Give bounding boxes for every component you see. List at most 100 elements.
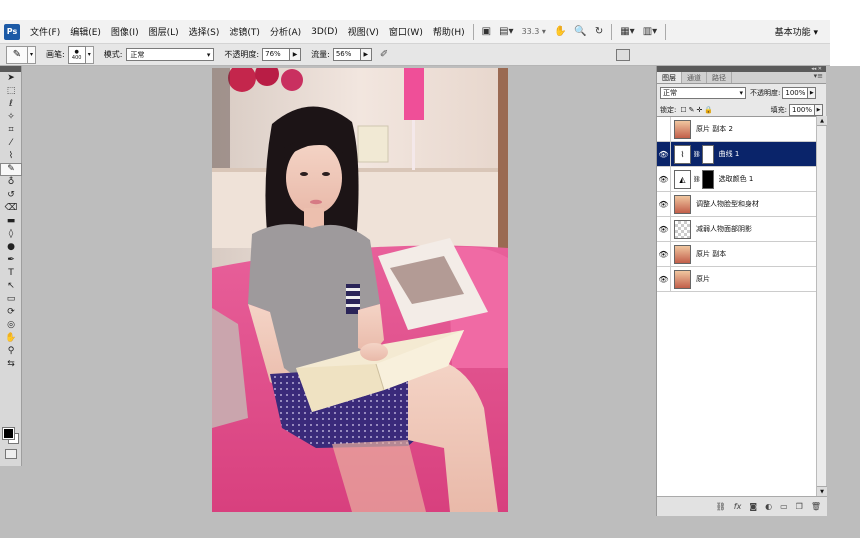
brush-picker-dropdown[interactable]: ▾	[85, 45, 94, 64]
canvas-photo	[212, 68, 508, 512]
scroll-up-icon[interactable]: ▲	[817, 116, 827, 126]
dodge-tool-icon[interactable]: ●	[0, 241, 22, 254]
bridge-icon[interactable]: ▣	[482, 26, 491, 37]
link-layers-icon[interactable]: ⛓	[716, 502, 726, 511]
workspace-switcher[interactable]: 基本功能 ▾	[775, 25, 818, 38]
move-tool-icon[interactable]: ➤	[0, 72, 22, 85]
layer-row[interactable]: 原片 副本 2	[657, 117, 817, 142]
lock-options-icon[interactable]: ☐✎✛🔒	[680, 106, 715, 114]
eye-icon[interactable]: 👁	[657, 217, 671, 241]
quick-mask-icon[interactable]	[5, 449, 17, 459]
menu-window[interactable]: 窗口(W)	[389, 25, 423, 38]
rotate-view-icon[interactable]: ↻	[595, 26, 603, 37]
add-mask-icon[interactable]: ◙	[749, 502, 757, 511]
layer-row[interactable]: 👁 减弱人物面部阴影	[657, 217, 817, 242]
menu-edit[interactable]: 编辑(E)	[70, 25, 101, 38]
brush-picker[interactable]: ● 400	[67, 45, 86, 64]
clone-stamp-tool-icon[interactable]: ♁	[0, 176, 22, 189]
gradient-tool-icon[interactable]: ▬	[0, 215, 22, 228]
screen-mode-icon[interactable]: ▥▾	[643, 26, 657, 37]
menu-filter[interactable]: 滤镜(T)	[229, 25, 260, 38]
menu-help[interactable]: 帮助(H)	[433, 25, 465, 38]
trash-icon[interactable]: 🗑	[811, 502, 821, 511]
eye-icon[interactable]: 👁	[657, 242, 671, 266]
menu-select[interactable]: 选择(S)	[189, 25, 220, 38]
adjustment-layer-icon[interactable]: ◐	[765, 502, 772, 511]
eyedropper-tool-icon[interactable]: ⁄	[0, 137, 22, 150]
brush-size: 400	[71, 54, 82, 61]
tab-layers[interactable]: 图层	[657, 72, 682, 83]
layers-scrollbar[interactable]: ▲ ▼	[816, 116, 827, 496]
menu-image[interactable]: 图像(I)	[111, 25, 139, 38]
opacity-slider-button[interactable]: ▶	[290, 48, 302, 61]
menu-3d[interactable]: 3D(D)	[311, 27, 338, 37]
menu-layer[interactable]: 图层(L)	[149, 25, 179, 38]
layer-opacity-field[interactable]: 100%	[782, 86, 809, 99]
tool-preset-dropdown[interactable]: ▾	[28, 45, 36, 64]
eye-icon[interactable]: 👁	[657, 167, 671, 191]
layer-row[interactable]: 👁 ⌇ ⛓ 曲线 1	[657, 142, 817, 167]
eye-icon[interactable]: 👁	[657, 267, 671, 291]
layer-mask-thumbnail[interactable]	[701, 169, 714, 189]
swap-colors-icon[interactable]: ⇆	[0, 358, 22, 371]
tab-channels[interactable]: 通道	[682, 72, 707, 83]
tool-preset-picker[interactable]: ✎	[6, 45, 28, 64]
eraser-tool-icon[interactable]: ⌫	[0, 202, 22, 215]
zoom-tool-icon[interactable]: ⚲	[0, 345, 22, 358]
layer-row[interactable]: 👁 原片 副本	[657, 242, 817, 267]
layer-opacity-slider-button[interactable]: ▶	[808, 86, 817, 99]
quick-select-tool-icon[interactable]: ✧	[0, 111, 22, 124]
lasso-tool-icon[interactable]: ℓ	[0, 98, 22, 111]
shape-tool-icon[interactable]: ▭	[0, 293, 22, 306]
fill-field[interactable]: 100%	[789, 103, 815, 116]
fill-slider-button[interactable]: ▶	[815, 103, 823, 116]
layer-thumbnail	[674, 244, 691, 264]
hand-tool-icon[interactable]: ✋	[0, 332, 22, 345]
healing-brush-tool-icon[interactable]: ⌇	[0, 150, 22, 163]
menu-analysis[interactable]: 分析(A)	[270, 25, 301, 38]
path-select-tool-icon[interactable]: ↖	[0, 280, 22, 293]
visibility-toggle[interactable]	[657, 117, 671, 141]
layer-thumbnail	[674, 119, 691, 139]
menu-file[interactable]: 文件(F)	[30, 25, 60, 38]
brush-tool-icon[interactable]: ✎	[0, 163, 22, 176]
tab-paths[interactable]: 路径	[707, 72, 732, 83]
mode-select[interactable]: 正常 ▾	[126, 48, 215, 61]
flow-slider-button[interactable]: ▶	[360, 48, 372, 61]
3d-orbit-tool-icon[interactable]: ◎	[0, 319, 22, 332]
layer-row[interactable]: 👁 原片	[657, 267, 817, 292]
scroll-down-icon[interactable]: ▼	[817, 486, 827, 496]
layer-mask-thumbnail[interactable]	[701, 144, 714, 164]
new-layer-icon[interactable]: ❐	[796, 502, 803, 511]
panel-menu-icon[interactable]: ▾≡	[814, 72, 823, 83]
layer-style-icon[interactable]: fx	[734, 502, 742, 511]
eye-icon[interactable]: 👁	[657, 192, 671, 216]
document-canvas[interactable]	[212, 68, 508, 512]
eye-icon[interactable]: 👁	[657, 142, 671, 166]
arrange-documents-icon[interactable]: ▦▾	[620, 26, 634, 37]
zoom-level[interactable]: 33.3 ▾	[522, 27, 546, 36]
blur-tool-icon[interactable]: ◊	[0, 228, 22, 241]
opacity-field[interactable]: 76%	[262, 48, 291, 61]
options-bar: ✎ ▾ 画笔: ● 400 ▾ 模式: 正常 ▾ 不透明度: 76% ▶ 流量: 5…	[0, 44, 830, 66]
pen-tool-icon[interactable]: ✒	[0, 254, 22, 267]
layer-row[interactable]: 👁 ◭ ⛓ 选取颜色 1	[657, 167, 817, 192]
blend-mode-value: 正常	[663, 88, 677, 97]
brush-panel-toggle-icon[interactable]	[616, 48, 630, 61]
airbrush-icon[interactable]: ✐	[380, 49, 388, 60]
type-tool-icon[interactable]: T	[0, 267, 22, 280]
layer-row[interactable]: 👁 调整人物脸型和身材	[657, 192, 817, 217]
marquee-tool-icon[interactable]: ⬚	[0, 85, 22, 98]
menu-view[interactable]: 视图(V)	[348, 25, 379, 38]
menu-separator	[472, 23, 474, 40]
3d-rotate-tool-icon[interactable]: ⟳	[0, 306, 22, 319]
view-extras-icon[interactable]: ▤▾	[499, 26, 513, 37]
history-brush-tool-icon[interactable]: ↺	[0, 189, 22, 202]
blend-mode-select[interactable]: 正常 ▾	[660, 86, 746, 99]
zoom-icon[interactable]: 🔍	[574, 26, 586, 37]
foreground-color-swatch[interactable]	[2, 427, 15, 440]
hand-icon[interactable]: ✋	[554, 26, 566, 37]
flow-field[interactable]: 56%	[332, 48, 361, 61]
new-group-icon[interactable]: ▭	[780, 502, 788, 511]
crop-tool-icon[interactable]: ⌗	[0, 124, 22, 137]
